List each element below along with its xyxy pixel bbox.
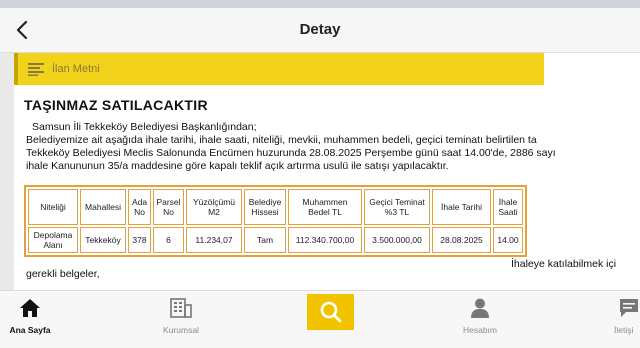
nav-hesabim[interactable]: Hesabım (440, 297, 520, 342)
table-cell: 11.234,07 (186, 227, 242, 253)
required-documents-text: gerekli belgeler, (26, 268, 100, 280)
column-header: Mahallesi (80, 189, 126, 225)
table-cell: 3.500.000,00 (364, 227, 430, 253)
user-icon (440, 297, 520, 319)
column-header: Muhammen Bedel TL (288, 189, 362, 225)
table-cell: 378 (128, 227, 151, 253)
body-line: ihale Kanununun 35/a maddesine göre kapa… (26, 160, 449, 172)
home-icon (0, 297, 70, 319)
text-lines-icon (28, 62, 44, 76)
table-cell: Tam (244, 227, 286, 253)
status-strip (0, 0, 640, 8)
column-header: Niteliği (28, 189, 78, 225)
body-line: Belediyemize ait aşağıda ihale tarihi, i… (26, 134, 537, 146)
tab-ilan-metni[interactable]: İlan Metni (14, 53, 544, 85)
column-header: Geçici Teminat %3 TL (364, 189, 430, 225)
auction-table: Niteliği Mahallesi Ada No Parsel No Yüzö… (24, 185, 527, 257)
bottom-navigation: Ana Sayfa Kurumsal Hesabım İletişi (0, 290, 640, 348)
table-header-row: Niteliği Mahallesi Ada No Parsel No Yüzö… (28, 189, 523, 225)
announcement-title: TAŞINMAZ SATILACAKTIR (24, 97, 208, 113)
table-cell: 28.08.2025 (432, 227, 491, 253)
body-line: Samsun İli Tekkeköy Belediyesi Başkanlığ… (32, 121, 257, 133)
table-cell: 6 (153, 227, 184, 253)
column-header: Ada No (128, 189, 151, 225)
column-header: Parsel No (153, 189, 184, 225)
column-header: Belediye Hissesi (244, 189, 286, 225)
nav-label: Ana Sayfa (9, 325, 51, 335)
table-row: Depolama Alanı Tekkeköy 378 6 11.234,07 … (28, 227, 523, 253)
column-header: İhale Saati (493, 189, 523, 225)
nav-label: Hesabım (462, 325, 497, 335)
nav-label: İletişi (614, 325, 634, 335)
nav-home[interactable]: Ana Sayfa (0, 297, 70, 342)
chat-icon (600, 297, 640, 319)
announcement-card: İlan Metni TAŞINMAZ SATILACAKTIR Samsun … (14, 53, 640, 290)
nav-label: Kurumsal (163, 325, 199, 335)
nav-iletisim[interactable]: İletişi (600, 297, 640, 342)
search-button[interactable] (307, 294, 354, 330)
after-table-text: İhaleye katılabilmek içi (511, 258, 617, 270)
announcement-body: Samsun İli Tekkeköy Belediyesi Başkanlığ… (26, 121, 640, 173)
table-cell: 112.340.700,00 (288, 227, 362, 253)
table-cell: 14.00 (493, 227, 523, 253)
nav-kurumsal[interactable]: Kurumsal (141, 297, 221, 342)
body-line: Tekkeköy Belediyesi Meclis Salonunda Enc… (26, 147, 556, 159)
table-cell: Tekkeköy (80, 227, 126, 253)
tab-label: İlan Metni (52, 63, 100, 75)
page-title: Detay (299, 21, 341, 38)
column-header: İhale Tarihi (432, 189, 491, 225)
search-icon (320, 301, 341, 323)
building-icon (141, 297, 221, 319)
table-cell: Depolama Alanı (28, 227, 78, 253)
app-header: Detay (0, 8, 640, 53)
column-header: Yüzölçümü M2 (186, 189, 242, 225)
